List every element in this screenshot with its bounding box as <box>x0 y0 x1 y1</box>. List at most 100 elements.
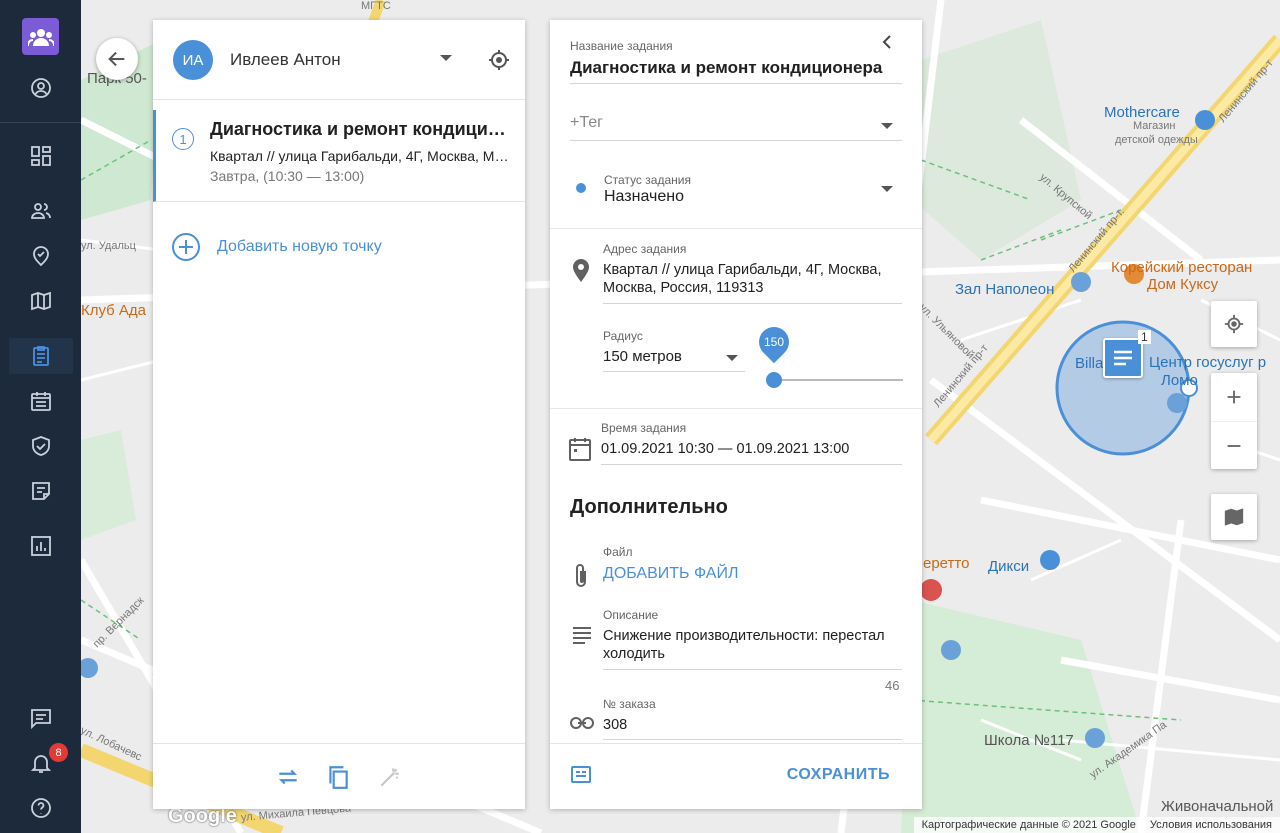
text-lines-icon <box>572 626 592 649</box>
radius-select[interactable]: 150 метров <box>603 348 682 365</box>
back-button[interactable] <box>96 38 138 80</box>
radius-slider-thumb[interactable] <box>766 372 782 388</box>
chevron-left-icon <box>882 35 891 49</box>
separator <box>550 228 922 229</box>
calendar-icon <box>568 436 592 467</box>
employees-icon[interactable] <box>20 193 62 229</box>
address-label: Адрес задания <box>603 242 687 256</box>
template-icon <box>571 766 591 783</box>
description-input[interactable]: Снижение производительности: перестал хо… <box>603 627 908 663</box>
notifications-badge: 8 <box>49 743 68 762</box>
radius-underline <box>603 371 745 372</box>
separator <box>550 408 922 409</box>
status-dot <box>576 183 586 193</box>
template-button[interactable] <box>570 764 592 791</box>
task-title: Диагностика и ремонт кондиционера <box>210 119 515 139</box>
task-time: Завтра, (10:30 — 13:00) <box>210 168 365 184</box>
sidebar-divider <box>0 122 81 123</box>
add-point-button[interactable]: Добавить новую точку <box>171 232 382 262</box>
order-number-input[interactable]: 308 <box>603 717 627 733</box>
crosshair-icon <box>489 50 509 70</box>
task-name-input[interactable]: Диагностика и ремонт кондиционера <box>570 58 882 78</box>
map-zoom-control <box>1211 373 1257 469</box>
time-input[interactable]: 01.09.2021 10:30 — 01.09.2021 13:00 <box>601 441 849 457</box>
map-attribution: Картографические данные © 2021 Google Ус… <box>913 817 1280 833</box>
copy-button[interactable] <box>325 764 351 790</box>
avatar: ИА <box>173 40 213 80</box>
status-dropdown-icon[interactable] <box>881 186 893 192</box>
checklists-icon[interactable] <box>20 428 62 464</box>
status-select[interactable]: Назначено <box>604 188 684 206</box>
map-label-dixy: Дикси <box>988 558 1030 575</box>
employee-dropdown-icon[interactable] <box>440 55 452 61</box>
chat-icon[interactable] <box>20 700 62 736</box>
time-underline <box>601 464 902 465</box>
map-locate-button[interactable] <box>1211 301 1257 347</box>
task-marker-count: 1 <box>1138 330 1151 344</box>
app-logo-icon[interactable] <box>22 18 59 55</box>
radius-slider[interactable]: 150 <box>752 320 903 388</box>
map-label-gosuslugi2: Ломо <box>1161 372 1198 389</box>
employee-name[interactable]: Ивлеев Антон <box>230 50 341 70</box>
link-icon <box>570 716 594 735</box>
tasks-icon[interactable] <box>20 238 62 274</box>
optimize-button[interactable] <box>377 764 403 790</box>
location-pin-icon <box>570 258 592 289</box>
crosshair-icon <box>1224 314 1244 334</box>
reports-icon[interactable] <box>20 528 62 564</box>
map-label-mothercare-sub1: Магазин <box>1133 120 1176 132</box>
task-marker-icon <box>1114 350 1132 366</box>
task-address: Квартал // улица Гарибальди, 4Г, Москва,… <box>210 148 510 164</box>
task-editor-footer: СОХРАНИТЬ <box>550 743 922 809</box>
tag-input[interactable]: +Тег <box>570 114 603 132</box>
tag-dropdown-icon[interactable] <box>881 123 893 129</box>
tag-underline <box>570 140 902 141</box>
employee-locate-button[interactable] <box>487 48 511 77</box>
route-task-card[interactable]: 1 Диагностика и ремонт кондиционера Квар… <box>153 110 525 202</box>
orders-icon[interactable] <box>9 338 73 374</box>
map-label-school: Школа №117 <box>984 732 1074 749</box>
radius-dropdown-icon[interactable] <box>726 355 738 361</box>
paperclip-icon <box>572 563 590 594</box>
arrow-left-icon <box>108 51 125 67</box>
task-name-underline <box>570 83 902 84</box>
address-input[interactable]: Квартал // улица Гарибальди, 4Г, Москва,… <box>603 261 908 297</box>
map-icon[interactable] <box>20 283 62 319</box>
map-type-button[interactable] <box>1211 494 1257 540</box>
address-underline <box>603 303 902 304</box>
help-icon[interactable] <box>20 790 62 826</box>
add-point-label: Добавить новую точку <box>217 238 382 255</box>
map-label-mothercare: Mothercare <box>1104 104 1180 121</box>
dashboard-icon[interactable] <box>20 138 62 174</box>
map-layers-icon <box>1224 508 1244 526</box>
task-order-number: 1 <box>172 128 194 150</box>
radius-slider-value: 150 <box>763 335 785 349</box>
description-label: Описание <box>603 608 659 622</box>
minus-icon <box>1227 444 1241 447</box>
profile-icon[interactable] <box>20 70 62 106</box>
sidebar: 8 <box>0 0 81 833</box>
reorder-button[interactable] <box>275 764 301 790</box>
map-terms-link[interactable]: Условия использования <box>1150 819 1272 831</box>
map-label-club: Клуб Ада <box>81 302 147 319</box>
map-attribution-text: Картографические данные © 2021 Google <box>921 819 1136 831</box>
radius-label: Радиус <box>603 329 643 343</box>
collapse-panel-button[interactable] <box>880 34 894 55</box>
calendar-icon[interactable] <box>20 383 62 419</box>
add-file-button[interactable]: ДОБАВИТЬ ФАЙЛ <box>603 565 738 583</box>
description-underline <box>603 669 902 670</box>
zoom-in-button[interactable] <box>1223 373 1245 421</box>
file-label: Файл <box>603 545 633 559</box>
plus-circle-icon <box>172 233 200 261</box>
zoom-out-button[interactable] <box>1211 421 1257 469</box>
plus-icon <box>1227 390 1241 404</box>
map-label-udalts: ул. Удальц <box>81 240 136 252</box>
task-marker[interactable]: 1 <box>1103 330 1151 378</box>
route-panel-header: ИА Ивлеев Антон <box>153 20 525 100</box>
forms-icon[interactable] <box>20 473 62 509</box>
map-label-napoleon: Зал Наполеон <box>955 281 1055 298</box>
map-label-mothercare-sub2: детской одежды <box>1115 134 1198 146</box>
section-title-additional: Дополнительно <box>570 496 728 518</box>
save-button[interactable]: СОХРАНИТЬ <box>787 766 890 784</box>
task-editor-panel: Название задания Диагностика и ремонт ко… <box>550 20 922 809</box>
